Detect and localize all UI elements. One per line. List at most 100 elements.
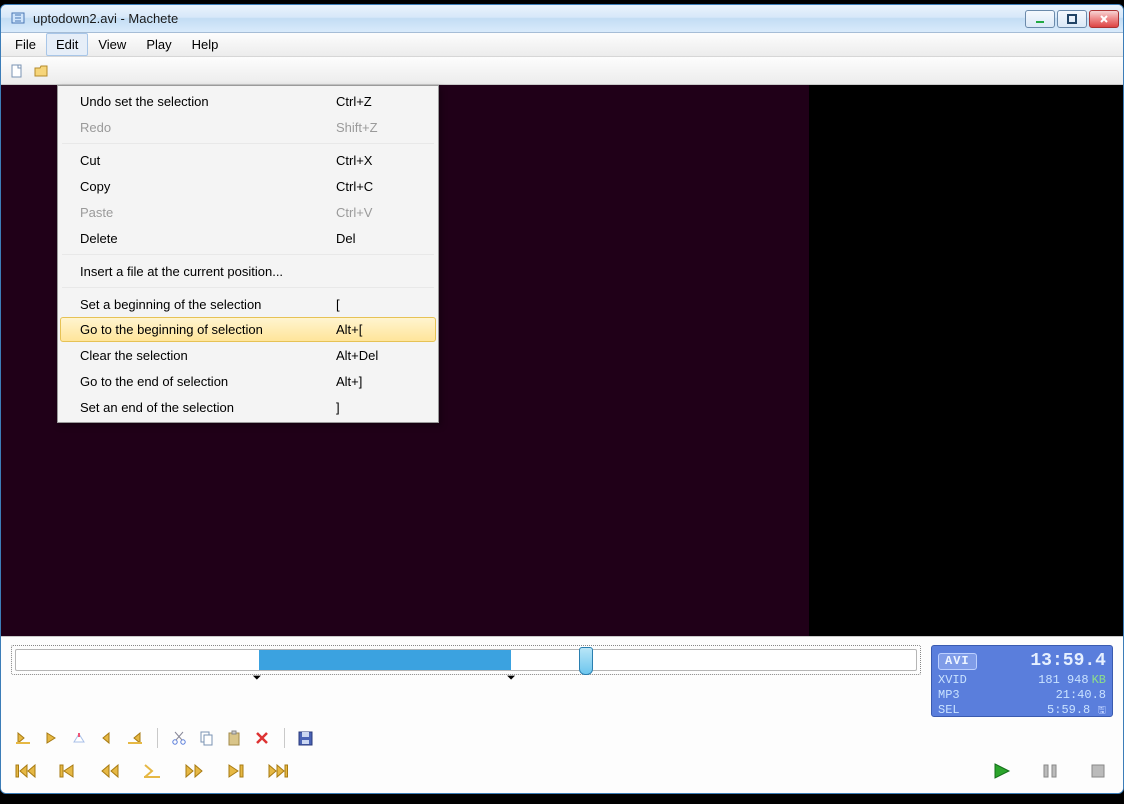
- menuitem-shortcut: Del: [336, 231, 426, 246]
- timeline-selection[interactable]: [259, 650, 511, 670]
- clear-sel-icon[interactable]: [67, 727, 93, 749]
- stop-button[interactable]: [1083, 759, 1113, 783]
- menuitem-shortcut: Ctrl+V: [336, 205, 426, 220]
- menuitem-shortcut: ]: [336, 400, 426, 415]
- sel-end-icon[interactable]: [123, 727, 149, 749]
- save-icon[interactable]: [293, 727, 319, 749]
- toolbar-sep: [157, 728, 158, 748]
- menuitem-go-to-the-beginning-of-selection[interactable]: Go to the beginning of selectionAlt+[: [60, 317, 436, 342]
- menuitem-label: Cut: [80, 153, 336, 168]
- video-area: Undo set the selectionCtrl+ZRedoShift+ZC…: [1, 85, 1123, 636]
- bottom-panel: ⏷ ⏷ AVI 13:59.4 XVID 181 948 KB MP3 21:40.8…: [1, 636, 1123, 793]
- disk-icon: 🖫: [1097, 706, 1106, 717]
- step-back-button[interactable]: [137, 759, 167, 783]
- playhead[interactable]: [579, 647, 593, 675]
- toolbar: [1, 57, 1123, 85]
- sel-label: SEL: [938, 703, 960, 719]
- app-window: uptodown2.avi - Machete File Edit View P…: [0, 4, 1124, 794]
- menuitem-shortcut: Ctrl+Z: [336, 94, 426, 109]
- menuitem-shortcut: [: [336, 297, 426, 312]
- menuitem-copy[interactable]: CopyCtrl+C: [60, 173, 436, 199]
- menuitem-shortcut: Alt+Del: [336, 348, 426, 363]
- timeline-wrap: ⏷ ⏷: [11, 645, 921, 675]
- selection-end-marker: ⏷: [507, 672, 516, 685]
- menu-separator: [62, 254, 434, 255]
- menuitem-label: Delete: [80, 231, 336, 246]
- menu-separator: [62, 287, 434, 288]
- total-time: 21:40.8: [1056, 688, 1106, 703]
- menubar: File Edit View Play Help: [1, 33, 1123, 57]
- rewind-button[interactable]: [95, 759, 125, 783]
- menu-edit[interactable]: Edit: [46, 33, 88, 56]
- window-title: uptodown2.avi - Machete: [33, 11, 1023, 26]
- delete-icon[interactable]: [250, 727, 276, 749]
- new-file-icon[interactable]: [7, 61, 27, 81]
- transport-bar: [11, 759, 1113, 783]
- sel-time: 5:59.8: [1047, 703, 1090, 717]
- menuitem-label: Undo set the selection: [80, 94, 336, 109]
- forward-button[interactable]: [179, 759, 209, 783]
- go-end-button[interactable]: [263, 759, 293, 783]
- video-codec: XVID: [938, 673, 967, 688]
- format-badge: AVI: [938, 653, 977, 670]
- sel-marker-in-icon[interactable]: [95, 727, 121, 749]
- menuitem-label: Paste: [80, 205, 336, 220]
- menuitem-label: Set a beginning of the selection: [80, 297, 336, 312]
- edit-dropdown: Undo set the selectionCtrl+ZRedoShift+ZC…: [57, 85, 439, 423]
- menu-separator: [62, 143, 434, 144]
- sel-start-icon[interactable]: [11, 727, 37, 749]
- menu-play[interactable]: Play: [136, 33, 181, 56]
- current-time: 13:59.4: [1030, 650, 1106, 673]
- playback-controls: [987, 759, 1113, 783]
- next-key-button[interactable]: [221, 759, 251, 783]
- menuitem-label: Go to the beginning of selection: [80, 322, 336, 337]
- info-panel: AVI 13:59.4 XVID 181 948 KB MP3 21:40.8 SEL…: [931, 645, 1113, 717]
- menuitem-clear-the-selection[interactable]: Clear the selectionAlt+Del: [60, 342, 436, 368]
- size-unit: KB: [1092, 673, 1106, 687]
- menuitem-redo: RedoShift+Z: [60, 114, 436, 140]
- app-icon: [11, 11, 27, 27]
- file-size: 181 948: [1038, 673, 1088, 687]
- menuitem-cut[interactable]: CutCtrl+X: [60, 147, 436, 173]
- menuitem-go-to-the-end-of-selection[interactable]: Go to the end of selectionAlt+]: [60, 368, 436, 394]
- pause-button[interactable]: [1035, 759, 1065, 783]
- copy-icon[interactable]: [194, 727, 220, 749]
- timeline-row: ⏷ ⏷ AVI 13:59.4 XVID 181 948 KB MP3 21:40.8…: [11, 645, 1113, 717]
- timeline[interactable]: [15, 649, 917, 671]
- menuitem-shortcut: Ctrl+X: [336, 153, 426, 168]
- close-button[interactable]: [1089, 10, 1119, 28]
- paste-icon[interactable]: [222, 727, 248, 749]
- cut-icon[interactable]: [166, 727, 192, 749]
- window-buttons: [1023, 10, 1119, 28]
- menu-file[interactable]: File: [5, 33, 46, 56]
- menuitem-shortcut: Alt+]: [336, 374, 426, 389]
- menu-view[interactable]: View: [88, 33, 136, 56]
- sel-play-icon[interactable]: [39, 727, 65, 749]
- play-button[interactable]: [987, 759, 1017, 783]
- maximize-button[interactable]: [1057, 10, 1087, 28]
- menu-help[interactable]: Help: [182, 33, 229, 56]
- menuitem-set-an-end-of-the-selection[interactable]: Set an end of the selection]: [60, 394, 436, 420]
- titlebar: uptodown2.avi - Machete: [1, 5, 1123, 33]
- menuitem-label: Go to the end of selection: [80, 374, 336, 389]
- open-file-icon[interactable]: [31, 61, 51, 81]
- selection-start-marker: ⏷: [253, 672, 262, 685]
- menuitem-set-a-beginning-of-the-selection[interactable]: Set a beginning of the selection[: [60, 291, 436, 317]
- menuitem-undo-set-the-selection[interactable]: Undo set the selectionCtrl+Z: [60, 88, 436, 114]
- menuitem-label: Copy: [80, 179, 336, 194]
- menuitem-label: Insert a file at the current position...: [80, 264, 336, 279]
- toolbar-sep-2: [284, 728, 285, 748]
- menuitem-label: Set an end of the selection: [80, 400, 336, 415]
- menuitem-paste: PasteCtrl+V: [60, 199, 436, 225]
- menuitem-label: Clear the selection: [80, 348, 336, 363]
- menuitem-label: Redo: [80, 120, 336, 135]
- menuitem-shortcut: Ctrl+C: [336, 179, 426, 194]
- menuitem-shortcut: Shift+Z: [336, 120, 426, 135]
- menuitem-delete[interactable]: DeleteDel: [60, 225, 436, 251]
- menuitem-insert-a-file-at-the-current-position[interactable]: Insert a file at the current position...: [60, 258, 436, 284]
- audio-codec: MP3: [938, 688, 960, 703]
- go-start-button[interactable]: [11, 759, 41, 783]
- minimize-button[interactable]: [1025, 10, 1055, 28]
- menuitem-shortcut: Alt+[: [336, 322, 426, 337]
- prev-key-button[interactable]: [53, 759, 83, 783]
